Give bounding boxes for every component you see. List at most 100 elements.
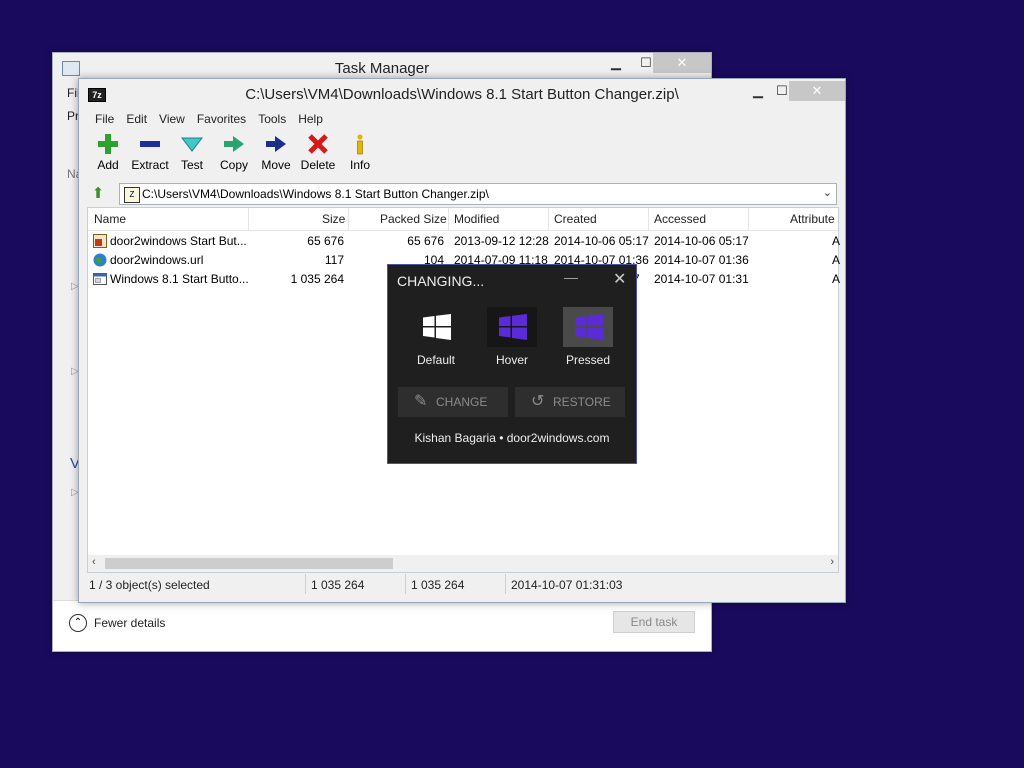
extract-label: Extract bbox=[131, 158, 169, 172]
windows-logo-icon bbox=[423, 314, 451, 340]
pressed-label: Pressed bbox=[565, 353, 611, 367]
extract-button[interactable]: Extract bbox=[129, 133, 171, 172]
file-name: Windows 8.1 Start Butto... bbox=[110, 272, 249, 286]
change-button[interactable]: ✎ CHANGE bbox=[398, 387, 508, 417]
hover-tile[interactable] bbox=[487, 307, 537, 347]
file-size: 117 bbox=[324, 253, 344, 267]
copy-button[interactable]: Copy bbox=[213, 133, 255, 172]
restore-button[interactable]: ↺ RESTORE bbox=[515, 387, 625, 417]
column-attributes[interactable]: Attribute bbox=[790, 212, 835, 226]
copy-label: Copy bbox=[219, 158, 248, 172]
minimize-button[interactable]: ▁ bbox=[601, 53, 631, 73]
move-arrow-icon bbox=[255, 133, 297, 157]
status-bar: 1 / 3 object(s) selected 1 035 264 1 035… bbox=[87, 574, 837, 596]
file-list-header: Name Size Packed Size Modified Created A… bbox=[88, 208, 838, 231]
credit-text: Kishan Bagaria • door2windows.com bbox=[414, 431, 610, 445]
column-created[interactable]: Created bbox=[554, 212, 597, 226]
status-packed-size: 1 035 264 bbox=[411, 578, 465, 592]
file-modified: 2013-09-12 12:28 bbox=[454, 234, 549, 248]
scroll-right-icon[interactable]: › bbox=[830, 556, 834, 568]
task-manager-titlebar: Task Manager ▁ ☐ ✕ bbox=[53, 53, 711, 81]
address-bar: ⬆ Z C:\Users\VM4\Downloads\Windows 8.1 S… bbox=[89, 183, 837, 205]
scrollbar-thumb[interactable] bbox=[105, 558, 393, 569]
add-label: Add bbox=[97, 158, 119, 172]
change-label: CHANGE bbox=[436, 395, 488, 409]
file-packed-size: 65 676 bbox=[407, 234, 444, 248]
7zip-toolbar: Add Extract Test Copy Move Delete Info bbox=[87, 133, 381, 172]
menu-favorites[interactable]: Favorites bbox=[191, 111, 252, 127]
chevron-up-icon[interactable]: ⌃ bbox=[69, 614, 87, 632]
column-packed-size[interactable]: Packed Size bbox=[380, 212, 447, 226]
file-name: door2windows Start But... bbox=[110, 234, 247, 248]
globe-icon bbox=[93, 253, 107, 267]
menu-view[interactable]: View bbox=[153, 111, 191, 127]
image-file-icon bbox=[93, 234, 107, 248]
status-selection: 1 / 3 object(s) selected bbox=[89, 578, 210, 592]
executable-file-icon bbox=[93, 273, 107, 285]
close-button[interactable]: ✕ bbox=[653, 53, 711, 73]
horizontal-scrollbar[interactable]: ‹ › bbox=[88, 555, 838, 572]
x-icon bbox=[297, 133, 339, 157]
move-label: Move bbox=[261, 158, 291, 172]
minimize-icon[interactable]: — bbox=[564, 269, 578, 285]
changer-dialog: CHANGING... — ✕ Default Hover Pressed ✎ … bbox=[387, 264, 637, 464]
address-text: C:\Users\VM4\Downloads\Windows 8.1 Start… bbox=[142, 187, 489, 201]
column-name[interactable]: Name bbox=[94, 212, 126, 226]
file-accessed: 2014-10-07 01:36 bbox=[654, 253, 749, 267]
scroll-left-icon[interactable]: ‹ bbox=[92, 556, 96, 568]
fewer-details-link[interactable]: Fewer details bbox=[94, 616, 165, 630]
file-accessed: 2014-10-07 01:31 bbox=[654, 272, 749, 286]
pressed-tile[interactable] bbox=[563, 307, 613, 347]
menu-edit[interactable]: Edit bbox=[120, 111, 153, 127]
7zip-menubar: File Edit View Favorites Tools Help bbox=[89, 111, 329, 127]
add-button[interactable]: Add bbox=[87, 133, 129, 172]
file-accessed: 2014-10-06 05:17 bbox=[654, 234, 749, 248]
file-created: 2014-10-06 05:17 bbox=[554, 234, 649, 248]
file-attributes: A bbox=[832, 253, 841, 267]
hover-label: Hover bbox=[495, 353, 528, 367]
chevron-down-icon[interactable]: ⌄ bbox=[823, 186, 832, 199]
menu-tools[interactable]: Tools bbox=[252, 111, 292, 127]
file-attributes: A bbox=[832, 272, 841, 286]
column-size[interactable]: Size bbox=[322, 212, 345, 226]
menu-file[interactable]: File bbox=[89, 111, 120, 127]
status-date: 2014-10-07 01:31:03 bbox=[511, 578, 623, 592]
copy-arrow-icon bbox=[213, 133, 255, 157]
info-label: Info bbox=[349, 158, 370, 172]
column-accessed[interactable]: Accessed bbox=[654, 212, 706, 226]
delete-label: Delete bbox=[300, 158, 336, 172]
menu-help[interactable]: Help bbox=[292, 111, 329, 127]
info-icon bbox=[339, 133, 381, 157]
restore-label: RESTORE bbox=[553, 395, 611, 409]
plus-icon bbox=[87, 133, 129, 157]
close-button[interactable]: ✕ bbox=[789, 81, 845, 101]
dialog-title: CHANGING... bbox=[397, 273, 485, 289]
file-size: 1 035 264 bbox=[290, 272, 344, 286]
test-button[interactable]: Test bbox=[171, 133, 213, 172]
column-modified[interactable]: Modified bbox=[454, 212, 499, 226]
restore-icon: ↺ bbox=[531, 393, 545, 410]
move-button[interactable]: Move bbox=[255, 133, 297, 172]
file-size: 65 676 bbox=[307, 234, 344, 248]
windows-logo-icon bbox=[499, 314, 527, 340]
windows-logo-icon bbox=[575, 314, 603, 340]
file-attributes: A bbox=[832, 234, 841, 248]
close-icon[interactable]: ✕ bbox=[613, 269, 626, 289]
folder-up-icon[interactable]: ⬆ bbox=[89, 185, 107, 203]
7zip-titlebar: 7z C:\Users\VM4\Downloads\Windows 8.1 St… bbox=[79, 79, 845, 109]
status-size: 1 035 264 bbox=[311, 578, 365, 592]
info-button[interactable]: Info bbox=[339, 133, 381, 172]
task-manager-footer: ⌃ Fewer details End task bbox=[53, 600, 711, 651]
pencil-icon: ✎ bbox=[414, 393, 428, 410]
test-label: Test bbox=[180, 158, 203, 172]
minus-icon bbox=[129, 133, 171, 157]
check-icon bbox=[171, 133, 213, 157]
end-task-button[interactable]: End task bbox=[613, 611, 695, 633]
7zip-title: C:\Users\VM4\Downloads\Windows 8.1 Start… bbox=[245, 86, 679, 103]
default-tile[interactable] bbox=[411, 307, 461, 347]
delete-button[interactable]: Delete bbox=[297, 133, 339, 172]
table-row[interactable]: door2windows Start But... 65 676 65 676 … bbox=[88, 232, 841, 251]
default-label: Default bbox=[416, 353, 456, 367]
address-input[interactable]: Z C:\Users\VM4\Downloads\Windows 8.1 Sta… bbox=[119, 183, 837, 205]
zip-file-icon: Z bbox=[124, 187, 140, 203]
